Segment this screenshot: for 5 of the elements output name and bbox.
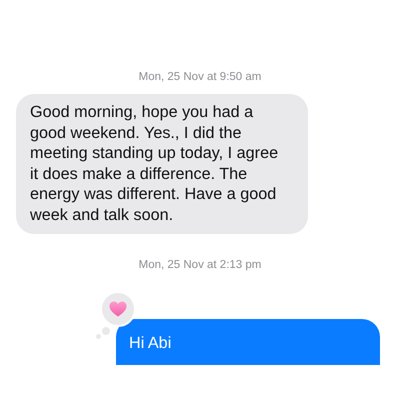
heart-icon (109, 300, 127, 316)
received-message-bubble: Good morning, hope you had a good weekend. Yes., I did the meeting standing up today, I agree it does make a difference. The energy was different. Have a good week and talk soon. (16, 94, 308, 234)
sent-message-bubble: Hi Abi (116, 318, 380, 364)
timestamp: Mon, 25 Nov at 9:50 am (138, 70, 262, 85)
timestamp: Mon, 25 Nov at 2:13 pm (138, 258, 262, 274)
